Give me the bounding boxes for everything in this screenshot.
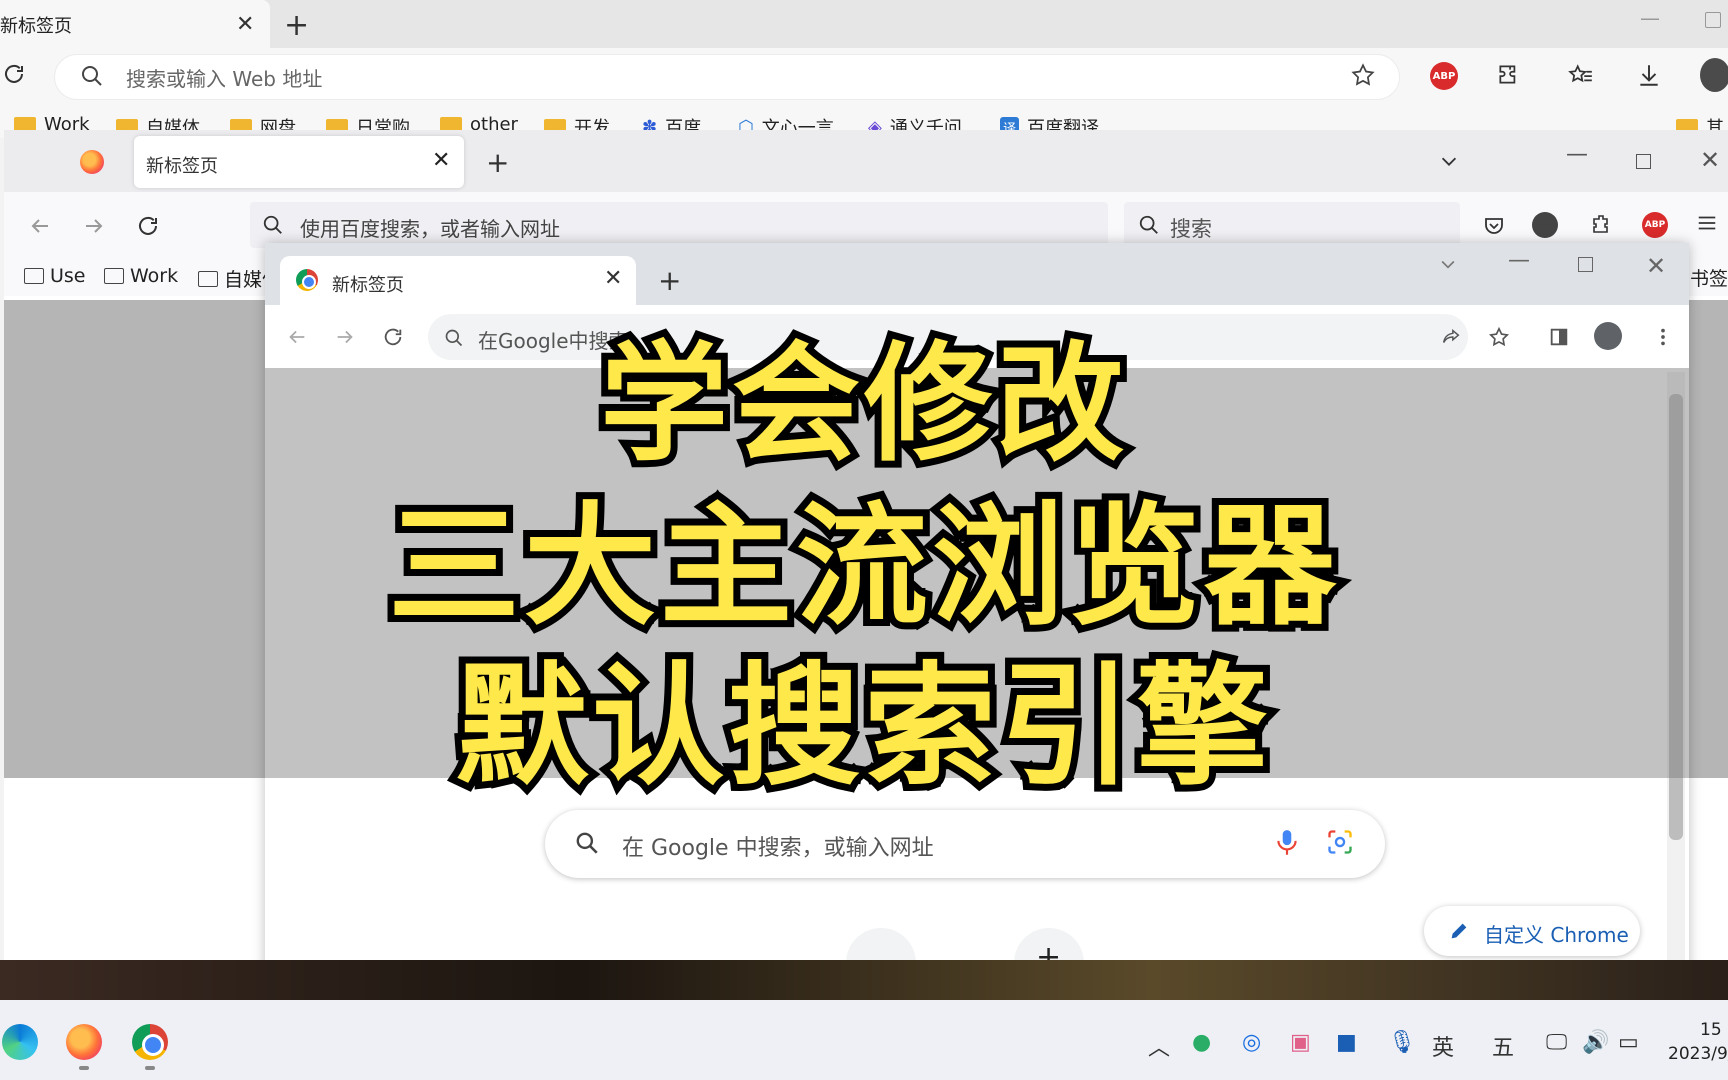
desktop-wallpaper — [0, 960, 1728, 1000]
firefox-forward-icon[interactable] — [82, 214, 106, 238]
edge-favorite-star-icon[interactable] — [1350, 62, 1376, 88]
firefox-new-tab-icon[interactable]: + — [486, 146, 509, 179]
firefox-back-icon[interactable] — [28, 214, 52, 238]
banner-line-3: 默认搜索引擎 — [449, 643, 1275, 811]
edge-favorites-icon[interactable] — [1568, 62, 1594, 88]
firefox-account-icon[interactable] — [1532, 212, 1558, 238]
tray-wechat-icon[interactable]: ● — [1192, 1030, 1211, 1055]
firefox-close-icon[interactable]: ✕ — [1700, 146, 1720, 174]
chrome-maximize-icon[interactable] — [1578, 257, 1593, 272]
firefox-logo-icon — [80, 150, 104, 174]
firefox-tab-title: 新标签页 — [146, 156, 218, 177]
edge-profile-avatar[interactable] — [1700, 58, 1728, 92]
edge-download-icon[interactable] — [1636, 62, 1662, 88]
chrome-google-lens-icon[interactable] — [1326, 828, 1354, 856]
pencil-icon — [1448, 920, 1470, 942]
folder-icon — [198, 270, 218, 287]
firefox-bookmark-work[interactable]: Work — [104, 265, 178, 287]
chrome-logo-icon — [296, 269, 318, 291]
firefox-search-icon — [1138, 214, 1160, 236]
chrome-close-icon[interactable]: ✕ — [1646, 252, 1666, 280]
tray-battery-icon[interactable]: ▭ — [1618, 1030, 1639, 1055]
tray-ime-indicator[interactable]: 五 — [1492, 1030, 1514, 1062]
taskbar-running-indicator — [145, 1066, 155, 1070]
chrome-tab-title: 新标签页 — [332, 275, 404, 296]
edge-search-icon — [80, 64, 104, 88]
chrome-ntp-search-icon — [574, 830, 600, 856]
taskbar-edge-icon[interactable] — [2, 1024, 38, 1060]
taskbar-time[interactable]: 15 — [1700, 1020, 1722, 1040]
firefox-url-search-icon — [262, 214, 284, 236]
edge-extensions-icon[interactable] — [1496, 62, 1522, 88]
edge-tab-close-icon[interactable]: ✕ — [236, 12, 254, 37]
taskbar-date[interactable]: 2023/9/ — [1668, 1044, 1728, 1064]
chrome-voice-search-mic-icon[interactable] — [1274, 828, 1300, 858]
edge-minimize-icon[interactable]: — — [1640, 6, 1660, 30]
edge-new-tab-icon[interactable]: + — [284, 8, 309, 43]
firefox-minimize-icon[interactable]: — — [1566, 142, 1588, 167]
taskbar — [0, 1000, 1728, 1080]
tray-bilibili-icon[interactable]: ▣ — [1290, 1030, 1311, 1055]
tray-microphone-icon[interactable]: 🎙 — [1388, 1030, 1416, 1055]
taskbar-chrome-icon[interactable] — [132, 1024, 168, 1060]
firefox-extensions-icon[interactable] — [1590, 212, 1614, 236]
taskbar-running-indicator — [79, 1066, 89, 1070]
edge-tab[interactable]: 新标签页 — [0, 0, 270, 48]
tray-cloud-icon[interactable]: ◎ — [1242, 1030, 1261, 1055]
firefox-menu-icon[interactable] — [1696, 212, 1718, 234]
edge-address-placeholder: 搜索或输入 Web 地址 — [126, 67, 323, 91]
tray-language-indicator[interactable]: 英 — [1432, 1030, 1454, 1062]
tray-network-icon[interactable]: 🖵 — [1546, 1030, 1567, 1055]
folder-icon — [104, 268, 124, 284]
chrome-tab-close-icon[interactable]: ✕ — [604, 266, 622, 291]
firefox-tab-close-icon[interactable]: ✕ — [432, 148, 450, 173]
chrome-ntp-search-placeholder: 在 Google 中搜索，或输入网址 — [622, 836, 934, 861]
firefox-search-placeholder: 搜索 — [1170, 217, 1212, 241]
chrome-tab-search-chevron-icon[interactable] — [1438, 254, 1458, 274]
firefox-pocket-icon[interactable] — [1482, 214, 1506, 238]
edge-maximize-icon[interactable] — [1705, 12, 1721, 28]
firefox-adblock-icon[interactable]: ABP — [1642, 212, 1668, 238]
edge-tab-title: 新标签页 — [0, 16, 72, 37]
tray-volume-icon[interactable]: 🔊 — [1582, 1030, 1609, 1055]
firefox-other-bookmarks[interactable]: 书签 — [1690, 264, 1728, 291]
edge-adblock-icon[interactable]: ABP — [1430, 62, 1458, 90]
firefox-bookmark-use[interactable]: Use — [24, 265, 86, 287]
firefox-reload-icon[interactable] — [136, 214, 160, 238]
chrome-new-tab-icon[interactable]: + — [658, 264, 681, 297]
banner-line-1: 学会修改 — [593, 323, 1131, 486]
taskbar-firefox-icon[interactable] — [66, 1024, 102, 1060]
tray-save-icon[interactable]: ■ — [1336, 1030, 1357, 1055]
tray-overflow-chevron-icon[interactable]: ︿ — [1148, 1030, 1170, 1062]
firefox-maximize-icon[interactable] — [1636, 154, 1651, 169]
chrome-customize-label: 自定义 Chrome — [1484, 923, 1629, 947]
folder-icon — [24, 268, 44, 284]
chrome-minimize-icon[interactable]: — — [1508, 248, 1530, 273]
firefox-url-placeholder: 使用百度搜索，或者输入网址 — [300, 217, 560, 241]
edge-reload-icon[interactable] — [2, 62, 26, 86]
firefox-tab-list-chevron-icon[interactable] — [1438, 150, 1460, 172]
